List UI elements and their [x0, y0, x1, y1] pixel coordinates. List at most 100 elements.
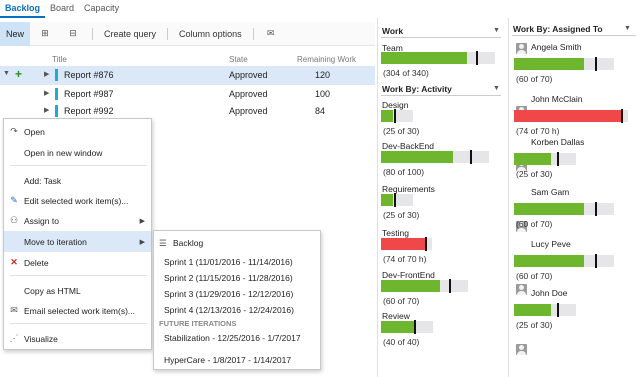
- capacity-fill: [381, 52, 467, 64]
- submenu-item-future-iteration[interactable]: HyperCare - 1/8/2017 - 1/14/2017: [164, 355, 291, 365]
- menu-item-label: Assign to: [24, 215, 59, 226]
- menu-item-visualize[interactable]: ⋰ Visualize: [4, 328, 151, 349]
- assignee-count: (60 of 70): [516, 219, 553, 229]
- menu-item-delete[interactable]: ✕ Delete: [4, 252, 151, 273]
- menu-item-label: Edit selected work item(s)...: [24, 195, 129, 206]
- row-state: Approved: [229, 89, 268, 99]
- submenu-group-header: FUTURE ITERATIONS: [159, 319, 237, 328]
- row-title[interactable]: Report #876: [64, 70, 114, 80]
- menu-item-label: Open in new window: [24, 147, 103, 158]
- activity-label: Testing: [382, 228, 409, 238]
- capacity-fill: [514, 203, 585, 215]
- capacity-marker: [557, 152, 559, 166]
- team-count: (304 of 340): [383, 68, 429, 78]
- menu-divider: [10, 165, 147, 166]
- capacity-fill: [514, 304, 551, 316]
- email-icon[interactable]: ✉: [262, 28, 280, 39]
- grid-header: Title State Remaining Work: [0, 53, 375, 66]
- row-title[interactable]: Report #987: [64, 89, 114, 99]
- assignee-count: (25 of 30): [516, 169, 553, 179]
- collapse-all-icon[interactable]: ⊟: [64, 28, 82, 39]
- new-button[interactable]: New: [0, 21, 31, 46]
- submenu-item-sprint[interactable]: Sprint 3 (11/29/2016 - 12/12/2016): [164, 289, 293, 299]
- activity-count: (60 of 70): [383, 296, 420, 306]
- column-state[interactable]: State: [229, 55, 248, 64]
- work-item-color-bar: [55, 105, 58, 117]
- submenu-item-future-iteration[interactable]: Stabilization - 12/25/2016 - 1/7/2017: [164, 333, 301, 343]
- panel-underline: [381, 37, 501, 38]
- avatar: [516, 43, 527, 54]
- tab-backlog[interactable]: Backlog: [0, 0, 46, 18]
- row-title[interactable]: Report #992: [64, 106, 114, 116]
- capacity-fill: [381, 280, 441, 292]
- submenu-item-sprint[interactable]: Sprint 4 (12/13/2016 - 12/24/2016): [164, 305, 294, 315]
- assignee-count: (74 of 70 h): [516, 126, 560, 136]
- submenu-arrow-icon: ▶: [139, 217, 145, 225]
- add-child-icon[interactable]: +: [15, 67, 22, 81]
- context-menu: ↷ Open Open in new window Add: Task ✎ Ed…: [3, 118, 152, 350]
- menu-item-open[interactable]: ↷ Open: [4, 121, 151, 142]
- table-row[interactable]: ▼ + ▶ Report #876 Approved 120: [0, 66, 375, 85]
- tab-board[interactable]: Board: [45, 0, 79, 18]
- row-state: Approved: [229, 106, 268, 116]
- assignee-name: Lucy Peve: [531, 239, 571, 249]
- create-query-button[interactable]: Create query: [97, 22, 163, 46]
- row-remaining: 120: [315, 70, 331, 80]
- menu-item-add-task[interactable]: Add: Task: [4, 170, 151, 191]
- expand-icon[interactable]: ▶: [44, 70, 49, 78]
- work-item-color-bar: [55, 88, 58, 100]
- capacity-marker: [595, 202, 597, 216]
- menu-item-email-selected[interactable]: ✉ Email selected work item(s)...: [4, 300, 151, 321]
- capacity-marker: [470, 150, 472, 164]
- tab-capacity[interactable]: Capacity: [79, 0, 124, 18]
- capacity-marker: [476, 51, 478, 65]
- capacity-fill: [514, 255, 585, 267]
- expand-all-icon[interactable]: ⊞: [36, 28, 54, 39]
- assign-icon: ⚇: [9, 215, 19, 225]
- expand-icon[interactable]: ▶: [44, 89, 49, 97]
- panel-divider: [508, 18, 509, 377]
- capacity-fill: [381, 321, 415, 333]
- toolbar-divider: [92, 27, 94, 40]
- activity-panel-title: Work By: Activity: [382, 84, 452, 94]
- menu-item-label: Email selected work item(s)...: [24, 305, 135, 316]
- capacity-marker: [425, 237, 427, 251]
- menu-item-edit-selected[interactable]: ✎ Edit selected work item(s)...: [4, 190, 151, 211]
- activity-label: Dev-FrontEnd: [382, 270, 435, 280]
- submenu-item-sprint[interactable]: Sprint 1 (11/01/2016 - 11/14/2016): [164, 257, 293, 267]
- panel-underline: [381, 95, 501, 96]
- iteration-submenu: ☰ Backlog Sprint 1 (11/01/2016 - 11/14/2…: [153, 230, 321, 370]
- chevron-down-icon[interactable]: ▼: [624, 25, 631, 32]
- activity-label: Dev-BackEnd: [382, 141, 434, 151]
- assignee-count: (60 of 70): [516, 271, 553, 281]
- toolbar-divider: [252, 27, 254, 40]
- pencil-icon: ✎: [10, 195, 18, 205]
- visualize-icon: ⋰: [9, 333, 19, 343]
- menu-item-move-to-iteration[interactable]: Move to iteration ▶: [4, 231, 151, 252]
- column-title[interactable]: Title: [52, 55, 67, 64]
- context-caret-icon[interactable]: ▼: [3, 70, 10, 77]
- menu-item-copy-html[interactable]: Copy as HTML: [4, 280, 151, 301]
- activity-label: Requirements: [382, 184, 435, 194]
- submenu-item-backlog[interactable]: Backlog: [173, 238, 203, 248]
- menu-item-assign-to[interactable]: ⚇ Assign to ▶: [4, 210, 151, 231]
- assignee-count: (25 of 30): [516, 320, 553, 330]
- activity-label: Review: [382, 311, 410, 321]
- submenu-item-sprint[interactable]: Sprint 2 (11/15/2016 - 11/28/2016): [164, 273, 293, 283]
- menu-item-open-new-window[interactable]: Open in new window: [4, 142, 151, 163]
- avatar: [516, 284, 527, 295]
- activity-count: (74 of 70 h): [383, 254, 427, 264]
- chevron-down-icon[interactable]: ▼: [493, 85, 500, 92]
- row-remaining: 84: [315, 106, 326, 116]
- column-options-button[interactable]: Column options: [172, 22, 249, 46]
- list-icon: ☰: [159, 238, 167, 248]
- email-icon: ✉: [10, 305, 18, 315]
- capacity-marker: [394, 193, 396, 207]
- capacity-marker: [557, 303, 559, 317]
- chevron-down-icon[interactable]: ▼: [493, 27, 500, 34]
- column-remaining-work[interactable]: Remaining Work: [297, 55, 356, 64]
- capacity-marker: [595, 57, 597, 71]
- menu-item-label: Visualize: [24, 333, 58, 344]
- expand-icon[interactable]: ▶: [44, 106, 49, 114]
- assignee-name: Angela Smith: [531, 42, 582, 52]
